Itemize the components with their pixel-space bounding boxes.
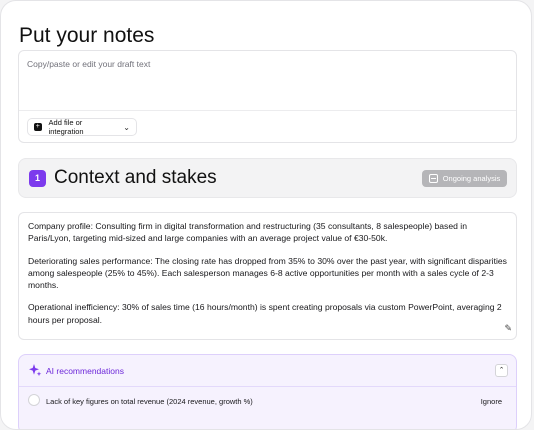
context-text-area[interactable]: Company profile: Consulting firm in digi… — [18, 212, 517, 340]
add-file-button[interactable]: + Add file or integration ⌄ — [27, 118, 137, 136]
status-badge: Ongoing analysis — [422, 170, 507, 187]
ignore-button[interactable]: Ignore — [481, 397, 502, 406]
context-paragraph: Company profile: Consulting firm in digi… — [28, 221, 467, 244]
ai-recommendations-title: AI recommendations — [46, 366, 124, 376]
chevron-up-icon: ⌃ — [498, 367, 505, 374]
section-title: Context and stakes — [54, 167, 217, 188]
collapse-button[interactable]: ⌃ — [495, 364, 508, 377]
plus-square-icon: + — [34, 123, 42, 131]
notes-textarea[interactable]: Copy/paste or edit your draft text — [27, 59, 150, 69]
add-file-label: Add file or integration — [48, 118, 84, 136]
context-paragraph: Deteriorating sales performance: The clo… — [28, 255, 507, 291]
edit-icon[interactable]: ✎ — [504, 323, 512, 334]
spreadsheet-icon — [428, 174, 438, 183]
page-title: Put your notes — [19, 24, 155, 47]
ai-recommendations-header[interactable]: AI recommendations ⌃ — [19, 355, 516, 387]
context-paragraph: Operational inefficiency: 30% of sales t… — [28, 302, 502, 325]
notes-textarea-container[interactable]: Copy/paste or edit your draft text + Add… — [18, 50, 517, 143]
sparkles-icon — [29, 364, 42, 377]
chevron-down-icon: ⌄ — [123, 122, 130, 132]
divider — [19, 110, 516, 111]
section-header: 1 Context and stakes Ongoing analysis — [18, 158, 517, 198]
section-number-badge: 1 — [29, 170, 46, 187]
recommendation-checkbox[interactable] — [28, 394, 40, 406]
recommendation-text: Lack of key figures on total revenue (20… — [46, 397, 253, 406]
notes-editor-card: Put your notes Copy/paste or edit your d… — [0, 0, 532, 430]
status-badge-label: Ongoing analysis — [442, 174, 501, 183]
recommendation-row: Lack of key figures on total revenue (20… — [19, 386, 516, 416]
